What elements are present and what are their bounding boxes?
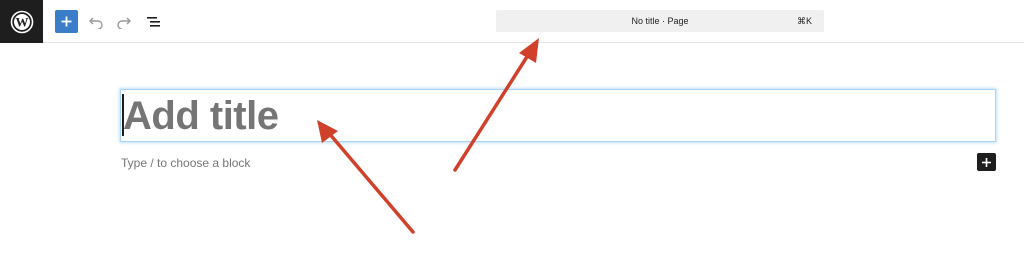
add-block-button[interactable]	[55, 10, 78, 33]
document-command-bar[interactable]: No title · Page ⌘K	[496, 10, 824, 32]
plus-icon	[61, 16, 72, 27]
undo-icon	[89, 17, 103, 29]
title-placeholder[interactable]: Add title	[123, 92, 279, 140]
list-view-icon	[147, 17, 160, 27]
command-shortcut: ⌘K	[796, 16, 812, 26]
svg-text:W: W	[15, 14, 28, 29]
list-view-button[interactable]	[144, 12, 164, 32]
editor-page: W No title · Page ⌘K Add title Type / to…	[0, 0, 1024, 272]
wordpress-logo-button[interactable]: W	[0, 0, 43, 43]
inline-add-block-button[interactable]	[977, 153, 996, 171]
plus-icon	[982, 157, 991, 167]
undo-button[interactable]	[86, 12, 106, 32]
redo-button[interactable]	[114, 12, 134, 32]
top-toolbar: W No title · Page ⌘K	[0, 0, 1024, 43]
redo-icon	[117, 17, 131, 29]
wordpress-icon: W	[10, 10, 33, 33]
block-appender-prompt[interactable]: Type / to choose a block	[121, 155, 250, 171]
document-title: No title · Page	[631, 16, 689, 26]
